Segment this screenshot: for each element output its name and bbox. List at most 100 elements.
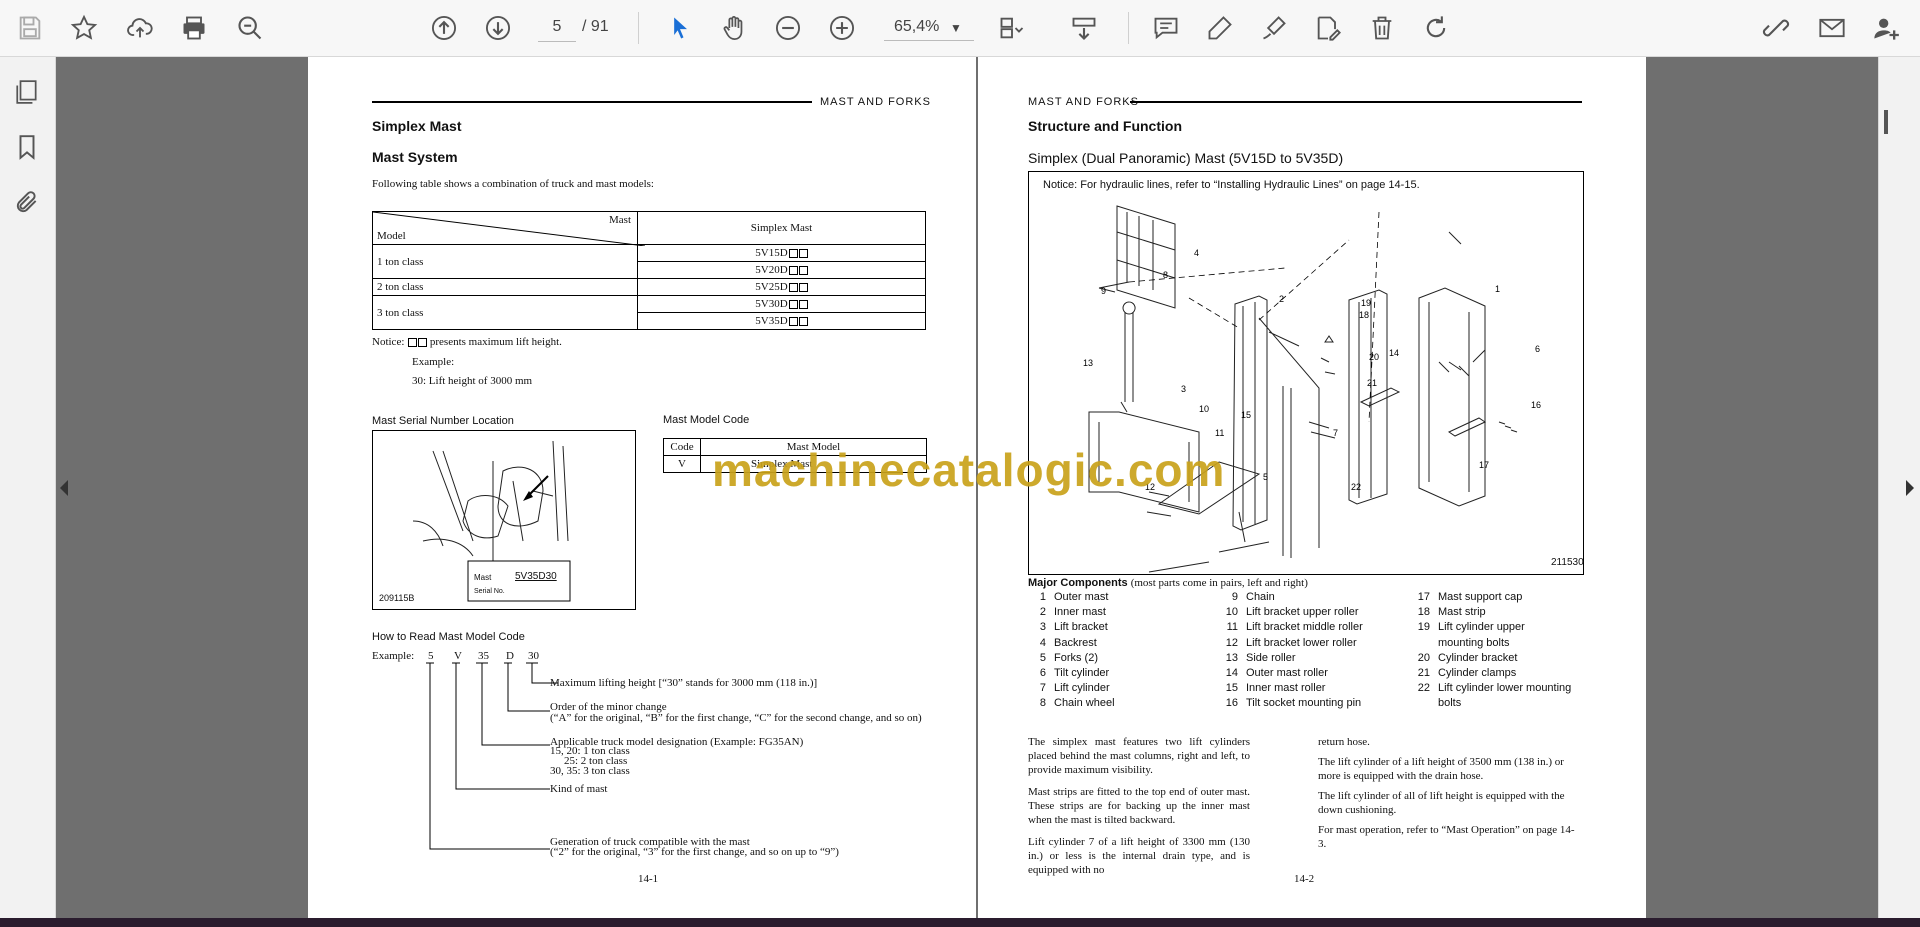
svg-text:3: 3 — [1181, 384, 1186, 394]
page-number-input[interactable]: 5 — [538, 13, 576, 42]
mast-exploded-figure: Notice: For hydraulic lines, refer to “I… — [1028, 171, 1584, 575]
body-paragraph: The simplex mast features two lift cylin… — [1028, 736, 1250, 776]
share-link-icon[interactable] — [1760, 12, 1792, 44]
zoom-out-search-icon[interactable] — [234, 12, 266, 44]
component-item: 6 Tilt cylinder — [1039, 667, 1110, 680]
body-paragraph: The lift cylinder of all of lift height … — [1318, 790, 1565, 816]
component-item: 12 Lift bracket lower roller — [1225, 636, 1357, 649]
read-line-kind: Kind of mast — [550, 783, 608, 795]
component-item: 4 Backrest — [1039, 636, 1097, 649]
component-item: 19 Lift cylinder upper mounting bolts — [1417, 621, 1525, 649]
svg-text:17: 17 — [1479, 460, 1489, 470]
watermark-text: machinecatalogic.com — [712, 444, 1226, 496]
svg-text:7: 7 — [1333, 428, 1338, 438]
read-line-minor-change-detail: (“A” for the original, “B” for the first… — [550, 712, 922, 724]
component-item: 11 Lift bracket middle roller — [1226, 621, 1363, 634]
svg-text:5: 5 — [1263, 472, 1268, 482]
body-paragraph: Mast strips are fitted to the top end of… — [1028, 786, 1250, 826]
component-item: 2 Inner mast — [1039, 606, 1106, 619]
page-number: 14-2 — [1294, 873, 1315, 885]
read-line-3ton: 30, 35: 3 ton class — [550, 765, 630, 777]
svg-text:8: 8 — [1163, 270, 1168, 280]
component-item: 22 Lift cylinder lower mounting bolts — [1417, 682, 1572, 710]
collapse-left-panel-arrow[interactable] — [60, 480, 68, 496]
component-item: 8 Chain wheel — [1039, 697, 1115, 710]
svg-text:19: 19 — [1361, 298, 1371, 308]
page-total: / 91 — [582, 18, 609, 35]
next-page-icon[interactable] — [482, 12, 514, 44]
svg-text:22: 22 — [1351, 482, 1361, 492]
component-item: 15 Inner mast roller — [1225, 682, 1326, 695]
svg-text:11: 11 — [1215, 428, 1224, 438]
svg-text:4: 4 — [1194, 248, 1199, 258]
print-icon[interactable] — [178, 12, 210, 44]
zoom-out-icon[interactable] — [772, 12, 804, 44]
components-column-3: 17 Mast support cap 18 Mast strip 19 Lift c… — [1414, 590, 1584, 712]
toolbar-divider — [1128, 12, 1129, 44]
left-sidebar — [0, 57, 56, 927]
components-heading: Major Components (most parts come in pai… — [1028, 577, 1308, 589]
svg-text:21: 21 — [1367, 378, 1377, 388]
page-thumbnails-icon[interactable] — [12, 77, 42, 107]
figure-code: 211530 — [1551, 557, 1584, 568]
stamp-edit-icon[interactable] — [1312, 12, 1344, 44]
header-rule — [1130, 101, 1582, 103]
component-item: 13 Side roller — [1225, 651, 1296, 664]
svg-text:14: 14 — [1389, 348, 1399, 358]
mast-exploded-drawing: 489 2 1918 1614 202113 31015 11 716 17512 … — [1083, 205, 1541, 573]
select-cursor-icon[interactable] — [664, 12, 696, 44]
page-number: 14-1 — [638, 873, 659, 885]
mail-icon[interactable] — [1816, 12, 1848, 44]
draw-icon[interactable] — [1258, 12, 1290, 44]
body-paragraph: Lift cylinder 7 of a lift height of 3300… — [1028, 836, 1250, 876]
bookmark-icon[interactable] — [12, 132, 42, 162]
attachment-paperclip-icon[interactable] — [12, 187, 42, 217]
component-item: 16 Tilt socket mounting pin — [1225, 697, 1362, 710]
svg-text:15: 15 — [1241, 410, 1251, 420]
component-item: 5 Forks (2) — [1039, 651, 1098, 664]
scrollbar-thumb[interactable] — [1884, 110, 1888, 134]
comment-icon[interactable] — [1150, 12, 1182, 44]
components-column-2: 9 Chain 10 Lift bracket upper roller 11 Lif… — [1222, 590, 1412, 712]
component-item: 7 Lift cylinder — [1039, 682, 1110, 695]
page-title: Structure and Function — [1028, 118, 1182, 134]
page-layout-icon[interactable] — [996, 12, 1028, 44]
component-item: 18 Mast strip — [1417, 606, 1486, 619]
expand-right-panel-arrow[interactable] — [1906, 480, 1914, 496]
svg-text:18: 18 — [1359, 310, 1369, 320]
component-item: 17 Mast support cap — [1417, 591, 1523, 603]
running-header: MAST AND FORKS — [1028, 96, 1139, 108]
component-item: 21 Cylinder clamps — [1417, 667, 1517, 680]
toolbar: 5 / 91 65,4% ▼ — [0, 0, 1920, 57]
window-bottom-edge — [0, 918, 1920, 927]
hand-tool-icon[interactable] — [718, 12, 750, 44]
previous-page-icon[interactable] — [428, 12, 460, 44]
toolbar-divider — [638, 12, 639, 44]
star-icon[interactable] — [68, 12, 100, 44]
chevron-down-icon[interactable]: ▼ — [950, 14, 962, 42]
highlight-pen-icon[interactable] — [1204, 12, 1236, 44]
svg-text:2: 2 — [1279, 294, 1284, 304]
redo-icon[interactable] — [1420, 12, 1452, 44]
svg-text:1: 1 — [1495, 284, 1500, 294]
body-paragraph: return hose. — [1318, 736, 1370, 748]
component-item: 9 Chain — [1231, 591, 1275, 603]
svg-text:13: 13 — [1083, 358, 1093, 368]
component-item: 20 Cylinder bracket — [1417, 651, 1518, 664]
delete-trash-icon[interactable] — [1366, 12, 1398, 44]
component-item: 14 Outer mast roller — [1225, 667, 1328, 680]
svg-text:6: 6 — [1535, 344, 1540, 354]
upload-cloud-icon[interactable] — [124, 12, 156, 44]
svg-text:16: 16 — [1531, 400, 1541, 410]
component-item: 10 Lift bracket upper roller — [1225, 606, 1359, 619]
body-paragraph: For mast operation, refer to “Mast Opera… — [1318, 824, 1575, 850]
zoom-in-icon[interactable] — [826, 12, 858, 44]
component-item: 1 Outer mast — [1039, 591, 1109, 603]
read-line-max-height: Maximum lifting height [“30” stands for … — [550, 677, 818, 689]
add-user-icon[interactable] — [1870, 12, 1902, 44]
read-line-generation-detail: (“2” for the original, “3” for the first… — [550, 846, 839, 858]
scroll-mode-icon[interactable] — [1068, 12, 1100, 44]
save-icon[interactable] — [14, 12, 46, 44]
svg-text:20: 20 — [1369, 352, 1379, 362]
components-column-1: 1 Outer mast 2 Inner mast 3 Lift bracket 4B… — [1030, 590, 1220, 712]
